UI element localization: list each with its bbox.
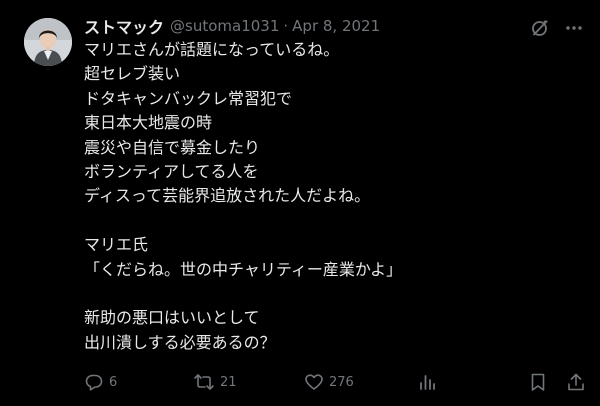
views-button[interactable] [417, 371, 437, 393]
reply-icon [84, 372, 104, 392]
bookmark-icon [528, 372, 548, 392]
tweet-actions: 6 21 276 [84, 371, 586, 393]
views-icon [417, 372, 437, 392]
tweet-text-line: マリエさんが話題になっているね。 [84, 40, 340, 59]
tweet-text-blank-line [84, 209, 584, 233]
share-icon [566, 372, 586, 392]
retweet-icon [193, 372, 215, 392]
user-handle[interactable]: @sutoma1031 [170, 17, 279, 35]
avatar[interactable] [24, 18, 72, 66]
tweet[interactable]: ストマック @sutoma1031 · Apr 8, 2021 マリエさんが話題… [0, 0, 600, 406]
tweet-text-line: 新助の悪口はいいとして [84, 308, 260, 328]
reply-count: 6 [109, 374, 118, 390]
tweet-text-line: 震災や自信で募金したり [84, 137, 261, 157]
more-icon[interactable] [564, 18, 584, 38]
avatar-image [24, 18, 72, 66]
retweet-button[interactable]: 21 [193, 371, 237, 393]
share-button[interactable] [566, 371, 586, 393]
tweet-text-line: 超セレブ装い [84, 64, 181, 84]
tweet-date[interactable]: Apr 8, 2021 [292, 17, 380, 35]
grok-icon[interactable] [530, 18, 550, 38]
tweet-text-line: ディスって芸能界追放された人だよね。 [84, 186, 371, 206]
retweet-count: 21 [220, 374, 237, 390]
tweet-text-line: ドタキャンバックレ常習犯で [84, 88, 293, 108]
like-count: 276 [329, 374, 354, 390]
display-name[interactable]: ストマック [84, 14, 164, 38]
header-separator: · [283, 17, 289, 35]
like-icon [304, 372, 324, 392]
tweet-text-line: 出川潰しする必要あるの？ [84, 332, 276, 352]
tweet-content: ストマック @sutoma1031 · Apr 8, 2021 マリエさんが話題… [84, 14, 584, 355]
tweet-text-blank-line [84, 282, 584, 306]
tweet-text-line: 「くだらね。世の中チャリティー産業かよ」 [84, 259, 403, 279]
like-button[interactable]: 276 [304, 371, 354, 393]
tweet-text-line: マリエ氏 [84, 235, 149, 255]
reply-button[interactable]: 6 [84, 371, 117, 393]
bookmark-button[interactable] [528, 371, 548, 393]
header-actions [530, 18, 584, 38]
tweet-text: マリエさんが話題になっているね。 超セレブ装い ドタキャンバックレ常習犯で 東日… [84, 38, 584, 355]
tweet-text-line: 東日本大地震の時 [84, 113, 213, 133]
tweet-text-line: ボランティアしてる人を [84, 161, 259, 181]
tweet-header: ストマック @sutoma1031 · Apr 8, 2021 [84, 14, 584, 38]
